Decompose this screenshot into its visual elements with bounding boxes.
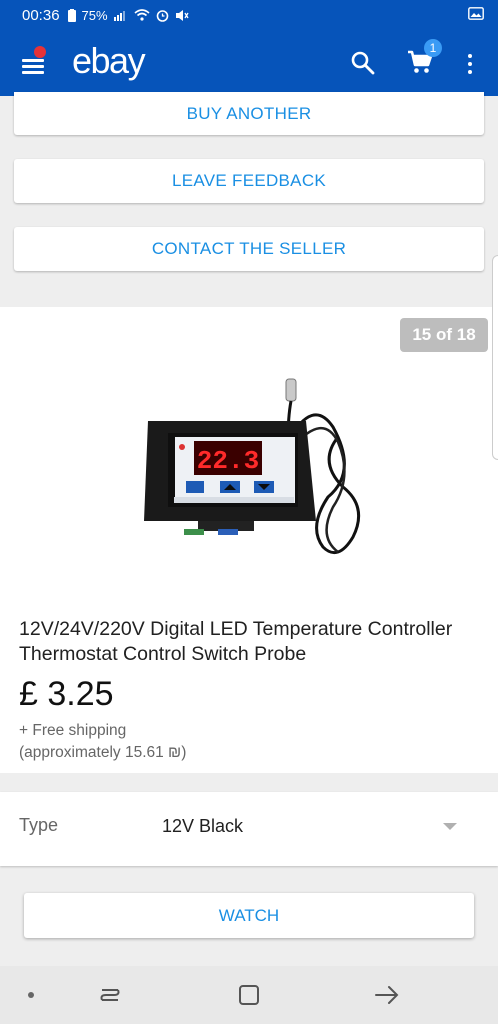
type-selector[interactable]: Type 12V Black (0, 792, 498, 866)
gallery-notification-icon (468, 6, 484, 24)
contact-seller-button[interactable]: CONTACT THE SELLER (14, 227, 484, 271)
mute-icon (175, 9, 189, 21)
device-display: 22.3 (197, 446, 259, 476)
back-icon[interactable] (374, 984, 400, 1006)
converted-price: (approximately 15.61 ₪) (19, 744, 187, 761)
type-label: Type (19, 815, 59, 835)
battery-level: 75% (81, 7, 108, 23)
leave-feedback-button[interactable]: LEAVE FEEDBACK (14, 159, 484, 203)
more-options-button[interactable] (464, 52, 476, 76)
home-icon[interactable] (238, 984, 260, 1006)
wifi-icon (134, 9, 150, 21)
battery-icon (67, 8, 76, 22)
product-title: 12V/24V/220V Digital LED Temperature Con… (19, 618, 453, 665)
dropdown-caret-icon[interactable] (443, 823, 457, 830)
status-time: 00:36 (22, 6, 60, 24)
scroll-handle[interactable] (492, 255, 498, 460)
type-value[interactable]: 12V Black (162, 816, 243, 837)
nav-dot-icon[interactable] (28, 992, 34, 998)
product-price: £ 3.25 (19, 675, 114, 713)
product-image[interactable]: 22.3 (138, 377, 384, 563)
product-card: 15 of 18 22.3 12V/24V/220V Digital LED T… (0, 255, 498, 773)
status-icons: 75% (67, 7, 189, 23)
signal-icon (113, 11, 125, 21)
search-icon (351, 51, 375, 75)
watch-button[interactable]: WATCH (24, 893, 474, 938)
recent-apps-icon[interactable] (98, 984, 122, 1006)
system-nav-bar (0, 966, 498, 1024)
app-bar: ebay 1 (0, 30, 498, 96)
shipping-info: + Free shipping (19, 722, 127, 739)
buy-another-button[interactable]: BUY ANOTHER (14, 92, 484, 135)
notification-dot (34, 46, 46, 58)
image-counter: 15 of 18 (400, 318, 488, 352)
status-bar: 00:36 75% (0, 0, 498, 30)
cart-button[interactable]: 1 (406, 39, 442, 80)
search-button[interactable] (350, 50, 376, 76)
cart-count-badge: 1 (424, 39, 442, 57)
menu-button[interactable] (22, 46, 48, 75)
alarm-icon (156, 9, 168, 22)
ebay-logo[interactable]: ebay (72, 40, 146, 82)
